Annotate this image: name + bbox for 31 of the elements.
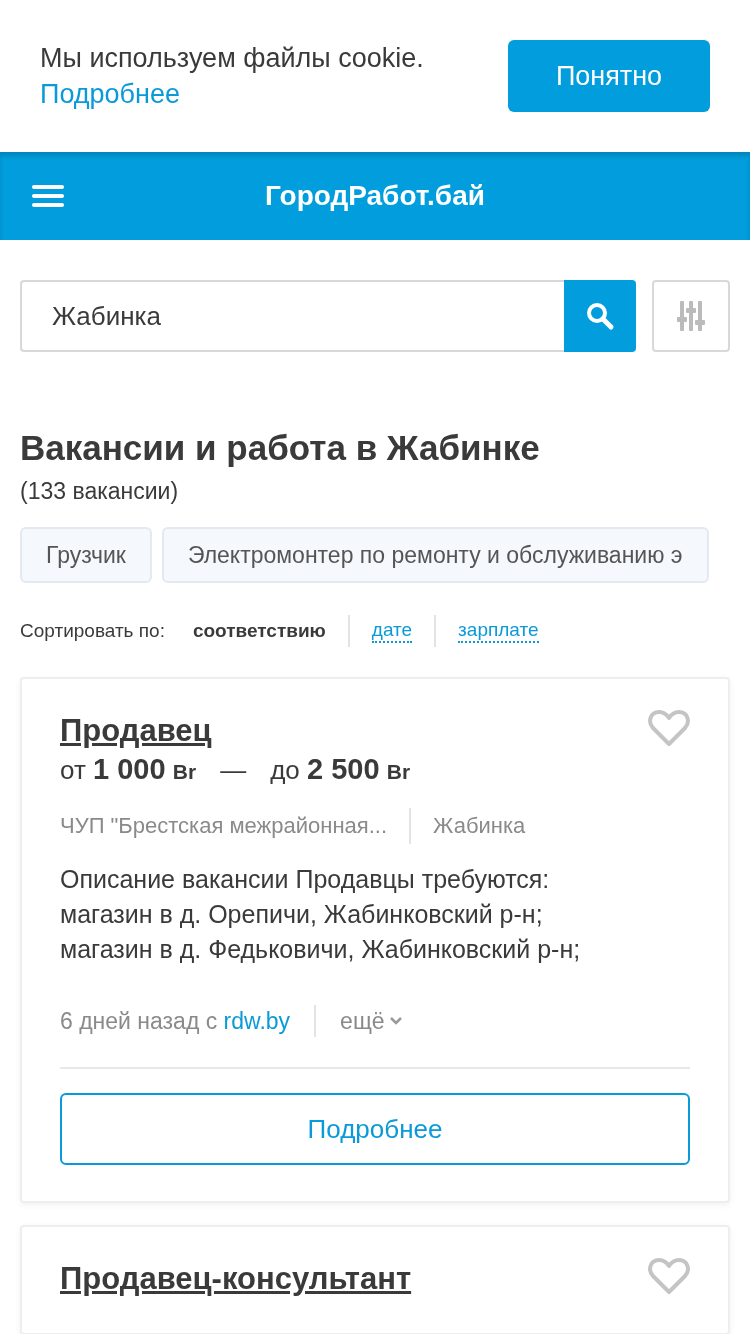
site-logo[interactable]: ГородРабот.бай [265,180,485,212]
search-button[interactable] [564,280,636,352]
salary-range: от 1 000 Br — до 2 500 Br [60,753,412,786]
sort-option[interactable]: дате [371,619,413,643]
tag-chip[interactable]: Электромонтер по ремонту и обслуживанию э [161,527,709,583]
vacancy-title[interactable]: Продавец [60,713,212,749]
heart-icon[interactable] [648,709,690,747]
cookie-message: Мы используем файлы cookie. [40,42,424,75]
page-heading: Вакансии и работа в Жабинке [20,427,541,469]
vacancy-description: Описание вакансии Продавцы требуются: магазин в д. Орепичи, Жабинковский р-н; магазин в д. Федьковичи, Жабинковский р-н; [60,864,582,965]
details-button[interactable]: Подробнее [60,1093,690,1165]
sliders-icon [677,299,705,333]
source-link[interactable]: rdw.by [223,1007,291,1034]
filter-button[interactable] [652,280,730,352]
accept-button[interactable]: Понятно [508,40,710,112]
search-icon [585,301,615,331]
vacancy-count: (133 вакансии) [20,478,180,505]
menu-icon[interactable] [32,184,64,208]
vacancy-title[interactable]: Продавец-консультант [60,1261,412,1297]
sort-option[interactable]: зарплате [458,619,539,643]
heart-icon[interactable] [648,1257,690,1295]
sort-option[interactable]: соответствию [192,620,326,642]
sort-label: Сортировать по: [20,620,165,642]
more-toggle[interactable]: ещё [340,1007,403,1035]
company-name: ЧУП "Брестская межрайонная... [60,813,388,839]
search-field[interactable]: Жабинка [20,280,564,352]
chevron-down-icon [388,1016,403,1026]
city-name: Жабинка [433,813,526,839]
posted-info: 6 дней назад с rdw.by [60,1007,291,1035]
tag-chip[interactable]: Грузчик [20,527,152,583]
more-link[interactable]: Подробнее [40,76,181,112]
